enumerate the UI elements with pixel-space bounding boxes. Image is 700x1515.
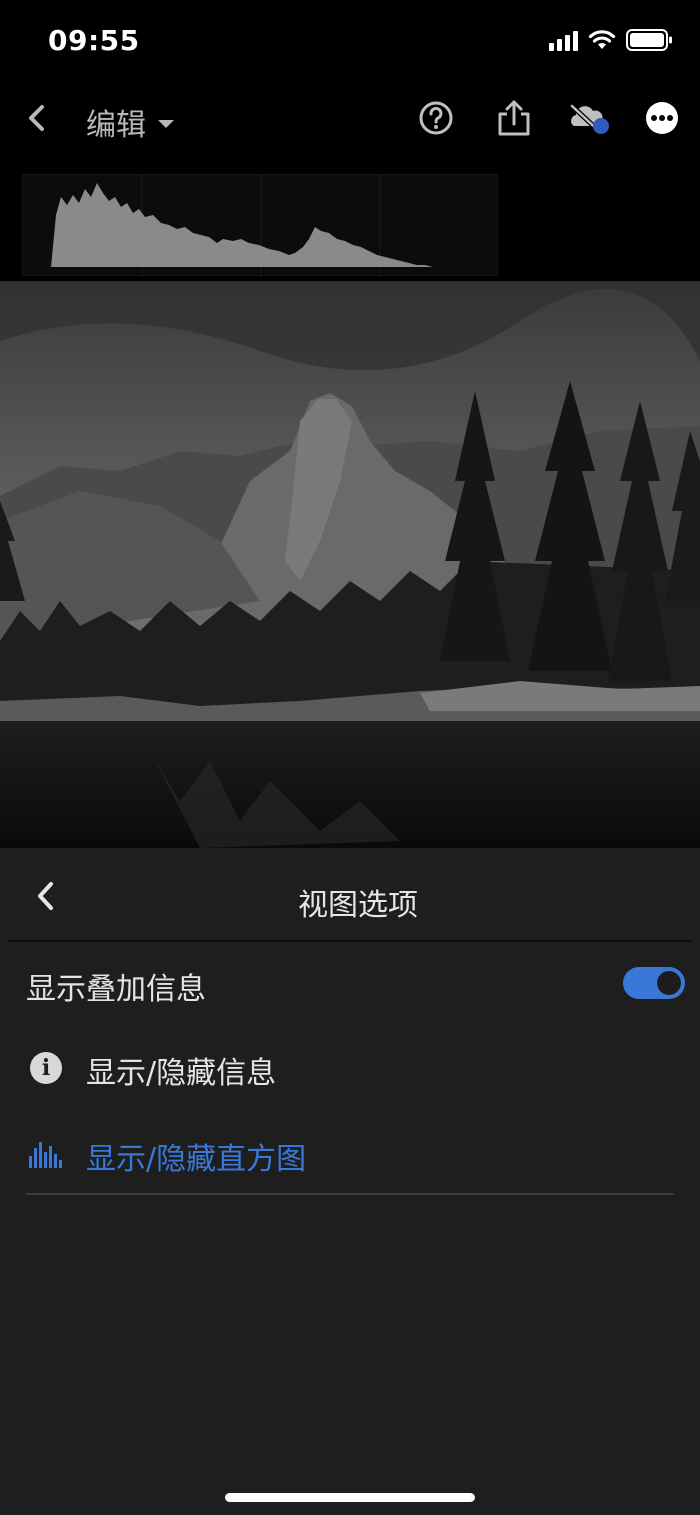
share-icon[interactable] <box>494 98 534 138</box>
toolbar-title: 编辑 <box>86 108 146 143</box>
histogram-icon <box>29 1142 62 1168</box>
divider <box>8 940 692 942</box>
status-icons <box>549 28 674 52</box>
show-overlay-label: 显示叠加信息 <box>26 972 206 1007</box>
toggle-knob <box>657 971 681 995</box>
wifi-icon <box>588 30 616 49</box>
show-hide-histogram-label: 显示/隐藏直方图 <box>86 1142 307 1177</box>
divider <box>26 1193 674 1195</box>
info-icon: i <box>30 1052 62 1084</box>
dropdown-caret-icon <box>158 120 174 128</box>
panel-title: 视图选项 <box>298 888 418 923</box>
show-hide-info-label: 显示/隐藏信息 <box>86 1056 277 1091</box>
view-options-panel: 视图选项 显示叠加信息 i 显示/隐藏信息 显示/隐藏直方图 <box>0 848 700 1515</box>
show-overlay-toggle[interactable] <box>623 967 685 999</box>
status-time: 09:55 <box>48 24 140 57</box>
cloud-off-icon[interactable] <box>566 98 616 138</box>
top-toolbar: 编辑 <box>0 86 700 152</box>
photo-preview[interactable] <box>0 281 700 848</box>
status-bar: 09:55 <box>0 0 700 80</box>
home-indicator[interactable] <box>225 1493 475 1502</box>
more-icon[interactable] <box>642 98 682 138</box>
battery-icon <box>626 29 672 51</box>
histogram <box>22 174 498 277</box>
back-chevron-icon[interactable] <box>18 98 58 138</box>
edit-mode-dropdown[interactable]: 编辑 <box>86 100 174 144</box>
help-icon[interactable] <box>416 98 456 138</box>
cellular-signal-icon <box>549 29 578 51</box>
